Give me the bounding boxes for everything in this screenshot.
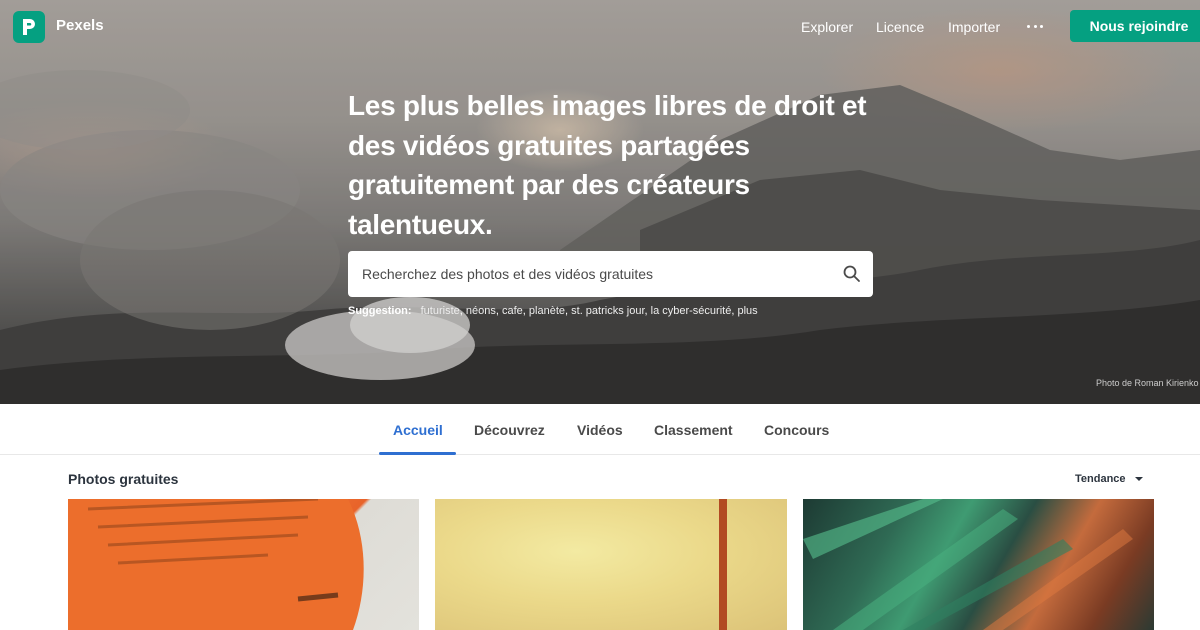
photo-card[interactable] (68, 499, 419, 630)
tab-decouvrez[interactable]: Découvrez (474, 422, 545, 438)
sort-label: Tendance (1075, 473, 1126, 485)
search-icon[interactable] (842, 264, 862, 284)
tab-accueil[interactable]: Accueil (393, 422, 443, 438)
search-input[interactable] (348, 251, 828, 297)
suggestion-link[interactable]: la cyber-sécurité (651, 305, 732, 317)
pexels-logo-icon[interactable] (13, 11, 45, 43)
tab-concours[interactable]: Concours (764, 422, 829, 438)
top-nav: Pexels Explorer Licence Importer Nous re… (0, 0, 1200, 54)
search-box (348, 251, 873, 297)
suggestions: Suggestion: futuriste, néons, cafe, plan… (348, 305, 758, 317)
photo-card[interactable] (803, 499, 1154, 630)
brand-name[interactable]: Pexels (56, 17, 104, 34)
nav-explorer-link[interactable]: Explorer (801, 19, 853, 35)
photo-yellow-pole (719, 499, 727, 630)
suggestion-label: Suggestion: (348, 305, 412, 317)
ellipsis-icon[interactable] (1027, 18, 1043, 34)
nav-licence-link[interactable]: Licence (876, 19, 924, 35)
tab-bar: Accueil Découvrez Vidéos Classement Conc… (0, 404, 1200, 455)
photo-orange-shirt (68, 499, 364, 630)
suggestion-more-link[interactable]: plus (737, 305, 757, 317)
hero-headline: Les plus belles images libres de droit e… (348, 90, 867, 240)
join-button[interactable]: Nous rejoindre (1070, 10, 1200, 42)
section-title: Photos gratuites (68, 471, 179, 487)
suggestion-link[interactable]: néons (466, 305, 496, 317)
suggestion-link[interactable]: cafe (502, 305, 523, 317)
caret-down-icon (1134, 477, 1143, 481)
sort-dropdown[interactable]: Tendance (1075, 473, 1143, 485)
suggestion-link[interactable]: planète (529, 305, 565, 317)
tab-classement[interactable]: Classement (654, 422, 733, 438)
tab-videos[interactable]: Vidéos (577, 422, 623, 438)
active-tab-indicator (379, 452, 456, 455)
photo-green-orange-abstract (803, 499, 1133, 630)
photo-credit[interactable]: Photo de Roman Kirienko (1096, 378, 1199, 388)
nav-importer-link[interactable]: Importer (948, 19, 1000, 35)
suggestion-link[interactable]: st. patricks jour (571, 305, 644, 317)
photo-card[interactable] (435, 499, 787, 630)
suggestion-link[interactable]: futuriste (421, 305, 460, 317)
